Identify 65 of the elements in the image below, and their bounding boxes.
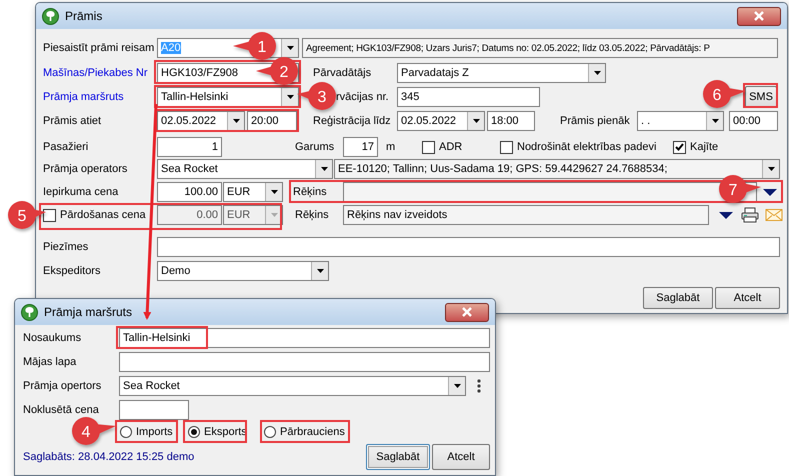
field-label: Prāmja opertors <box>23 379 102 394</box>
time-field[interactable]: 20:00 <box>247 111 297 131</box>
callout-tooltip: 2 <box>256 57 298 85</box>
date-field[interactable]: 02.05.2022 <box>397 111 485 131</box>
details-field[interactable]: Agreement; HGK103/FZ908; Uzars Juris7; Datums no: 02.05.2022; līdz 03.05.2022; Pārvadātājs: P <box>302 38 778 58</box>
price-field[interactable]: 100.00 <box>157 182 222 202</box>
callout-tooltip: 5 <box>8 201 46 229</box>
date-field[interactable]: . . <box>637 111 724 131</box>
field-label: Rēķins <box>293 185 328 200</box>
dropdown-field[interactable]: Tallin-Helsinki <box>157 87 299 107</box>
link-label[interactable]: Mašīnas/Piekabes Nr <box>43 63 155 83</box>
number-field[interactable]: 17 <box>343 137 378 157</box>
field-label: Pārvadātājs <box>313 66 372 81</box>
callout-tooltip: 4 <box>72 417 116 445</box>
callout-tooltip: 7 <box>719 175 761 203</box>
field-label: Prāmja operators <box>43 162 128 177</box>
window-title: Prāmis <box>65 9 104 23</box>
text-field[interactable]: Tallin-Helsinki <box>119 328 490 348</box>
window-title: Prāmja maršruts <box>44 305 134 319</box>
dropdown-field[interactable]: Sea Rocket <box>119 376 466 396</box>
field-label: Rēķins <box>295 208 330 223</box>
radio-label: Pārbrauciens <box>280 426 345 438</box>
field-label: Nosaukums <box>23 331 82 346</box>
radio-label: Eksports <box>204 426 247 438</box>
checkbox-label: ADR <box>439 141 462 153</box>
callout-tooltip: 3 <box>297 82 336 110</box>
field-label: Piesaistīt prāmi reisam <box>43 41 155 56</box>
checkbox-label: Kajīte <box>690 141 718 153</box>
field-label: Prāmis pienāk <box>560 114 631 129</box>
field-label: Piezīmes <box>43 240 90 255</box>
text-field[interactable]: 345 <box>397 87 540 107</box>
button[interactable]: Saglabāt <box>366 444 430 470</box>
invoice-field[interactable]: Rēķins nav izveidots <box>343 205 709 225</box>
field-label: Prāmis atiet <box>43 114 102 129</box>
field-label: Iepirkuma cena <box>43 185 120 200</box>
button[interactable]: Atcelt <box>715 287 780 309</box>
checkbox-label: Nodrošināt elektrības padevi <box>517 141 656 153</box>
price-field[interactable]: 0.00 <box>157 205 222 225</box>
saved-status: Saglabāts: 28.04.2022 15:25 demo <box>23 450 196 465</box>
date-field[interactable]: 02.05.2022 <box>157 111 245 131</box>
details-field[interactable]: EE-10120; Tallinn; Uus-Sadama 19; GPS: 59.4429627 24.7688534; <box>334 159 780 179</box>
dropdown-field[interactable]: Demo <box>157 261 329 281</box>
field-label: Mājas lapa <box>23 355 78 370</box>
time-field[interactable]: 00:00 <box>729 111 778 131</box>
checkbox-label: Pārdošanas cena <box>60 209 146 221</box>
field-label: Noklusētā cena <box>23 403 100 418</box>
field-label: Garums <box>295 140 336 155</box>
radio-label: Imports <box>136 426 173 438</box>
dropdown-field[interactable]: Parvadatajs Z <box>397 63 606 83</box>
button[interactable]: Atcelt <box>432 444 490 470</box>
field-label: rvācijas nr. <box>336 90 390 105</box>
link-label[interactable]: Prāmja maršruts <box>43 87 155 107</box>
unit-label: m <box>386 140 396 155</box>
currency-dropdown[interactable]: EUR <box>223 182 283 202</box>
callout-tooltip: 1 <box>233 32 276 60</box>
callout-tooltip: 6 <box>703 80 746 108</box>
field-label: Ekspeditors <box>43 264 102 279</box>
dropdown-field[interactable]: Sea Rocket <box>157 159 333 179</box>
field-label: Pasažieri <box>43 140 90 155</box>
button[interactable]: Saglabāt <box>643 287 713 309</box>
number-field[interactable]: 1 <box>157 137 222 157</box>
selected-text: A20 <box>161 42 181 54</box>
time-field[interactable]: 18:00 <box>487 111 535 131</box>
currency-dropdown[interactable]: EUR <box>223 205 283 225</box>
field-label: Reģistrācija līdz <box>313 114 392 129</box>
